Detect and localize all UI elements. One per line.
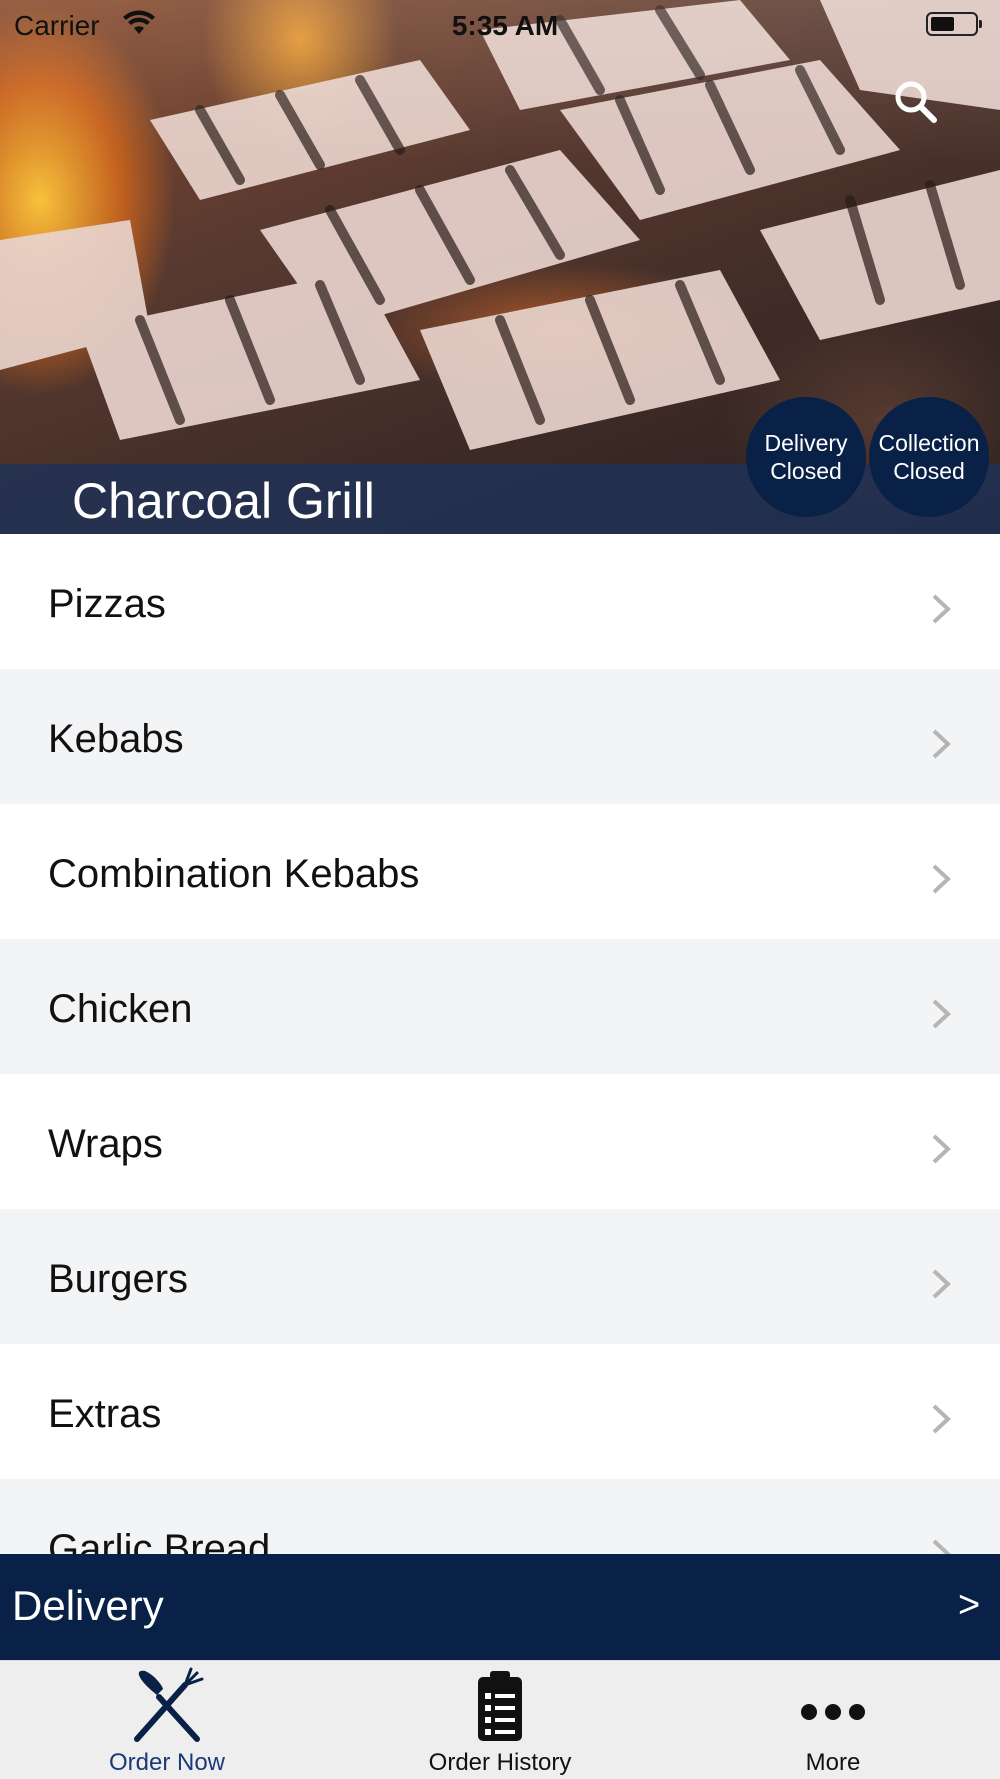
menu-item-extras[interactable]: Extras	[0, 1344, 1000, 1479]
menu-item-label: Chicken	[48, 987, 193, 1031]
menu-item-burgers[interactable]: Burgers	[0, 1209, 1000, 1344]
restaurant-name: Charcoal Grill	[72, 473, 375, 529]
menu-item-kebabs[interactable]: Kebabs	[0, 669, 1000, 804]
clock-time: 5:35 AM	[451, 10, 559, 41]
tab-label: More	[805, 1749, 861, 1776]
tab-order-now[interactable]: Order Now	[0, 1661, 334, 1779]
delivery-status-badge: Delivery Closed	[746, 397, 866, 517]
menu-item-garlic-bread[interactable]: Garlic Bread	[0, 1479, 1000, 1554]
menu-item-chicken[interactable]: Chicken	[0, 939, 1000, 1074]
fork-knife-icon	[134, 1667, 204, 1742]
delivery-arrow: >	[958, 1584, 981, 1626]
menu-item-label: Burgers	[48, 1257, 189, 1301]
chevron-right-icon	[932, 864, 951, 894]
delivery-badge-line2: Closed	[770, 458, 842, 484]
menu-item-label: Extras	[48, 1392, 162, 1436]
menu-item-wraps[interactable]: Wraps	[0, 1074, 1000, 1209]
chevron-right-icon	[932, 1134, 951, 1164]
search-icon[interactable]	[892, 78, 938, 124]
delivery-badge-line1: Delivery	[764, 430, 848, 456]
clipboard-list-icon	[478, 1671, 522, 1741]
menu-item-combination-kebabs[interactable]: Combination Kebabs	[0, 804, 1000, 939]
collection-badge-line1: Collection	[878, 430, 980, 456]
menu-item-label: Pizzas	[48, 582, 166, 626]
chevron-right-icon	[932, 729, 951, 759]
tab-bar: Order Now Order History More	[0, 1660, 1000, 1779]
collection-badge-line2: Closed	[893, 458, 965, 484]
status-bar: Carrier 5:35 AM	[0, 0, 1000, 52]
delivery-mode-label: Delivery	[12, 1582, 164, 1629]
menu-item-label: Kebabs	[48, 717, 184, 761]
tab-order-history[interactable]: Order History	[333, 1661, 667, 1779]
tab-more[interactable]: More	[666, 1661, 1000, 1779]
tab-label: Order History	[428, 1749, 572, 1776]
battery-icon	[926, 12, 982, 36]
menu-item-label: Combination Kebabs	[48, 852, 420, 896]
menu-item-label: Garlic Bread	[48, 1527, 271, 1554]
chevron-right-icon	[932, 1404, 951, 1434]
chevron-right-icon	[932, 999, 951, 1029]
chevron-right-icon	[932, 1539, 951, 1554]
chevron-right-icon	[932, 1269, 951, 1299]
menu-category-list[interactable]: Pizzas Kebabs Combination Kebabs Chicken…	[0, 534, 1000, 1554]
tab-label: Order Now	[108, 1749, 226, 1776]
more-dots-icon	[801, 1704, 865, 1720]
chevron-right-icon	[932, 594, 951, 624]
menu-item-pizzas[interactable]: Pizzas	[0, 534, 1000, 669]
delivery-mode-bar[interactable]: Delivery >	[0, 1554, 1000, 1660]
collection-status-badge: Collection Closed	[869, 397, 989, 517]
menu-item-label: Wraps	[48, 1122, 163, 1166]
